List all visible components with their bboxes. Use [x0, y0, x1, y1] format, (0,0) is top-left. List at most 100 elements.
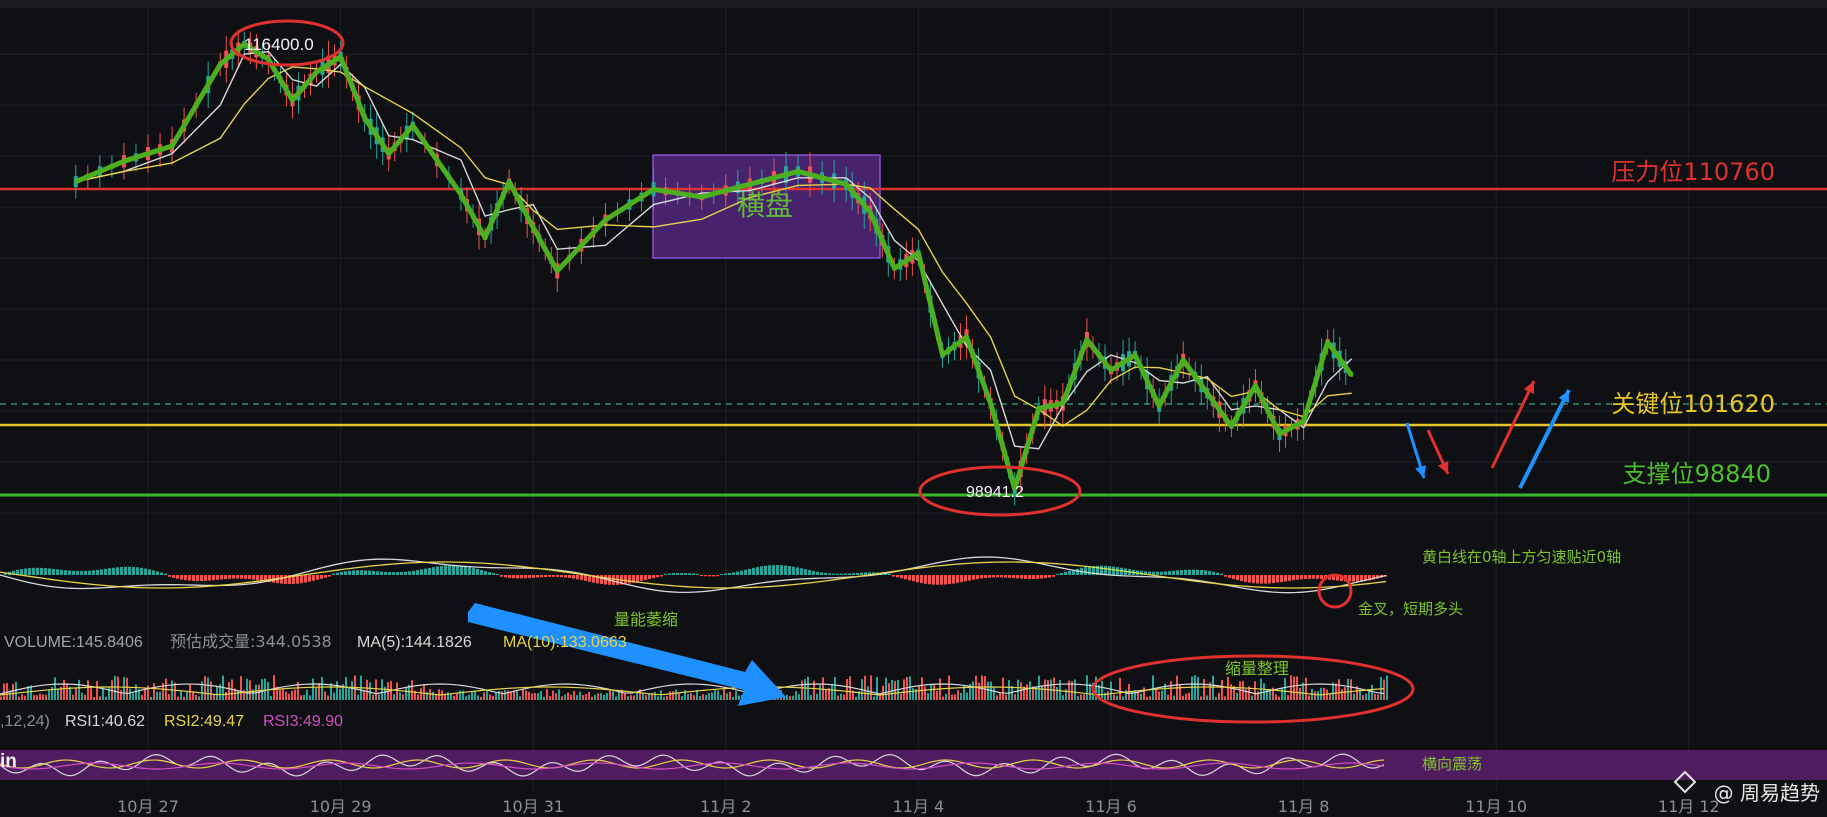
macd-bar — [1312, 575, 1315, 579]
macd-bar — [164, 573, 167, 575]
macd-bar — [1292, 575, 1295, 581]
volume-bar — [1110, 681, 1112, 700]
macd-bar — [676, 572, 679, 575]
price-point — [748, 182, 752, 186]
volume-bar — [1149, 696, 1151, 700]
volume-bar — [270, 696, 272, 700]
volume-bar — [450, 693, 452, 700]
volume-bar — [597, 693, 599, 700]
volume-bar — [420, 688, 422, 700]
macd-bar — [468, 567, 471, 575]
volume-bar — [1212, 675, 1214, 700]
volume-bar — [855, 696, 857, 700]
macd-bar — [1260, 575, 1263, 584]
volume-bar — [15, 682, 17, 700]
volume-bar — [339, 689, 341, 700]
macd-bar — [804, 569, 807, 575]
volume-bar — [0, 696, 2, 700]
macd-bar — [636, 575, 639, 582]
volume-bar — [951, 694, 953, 700]
volume-bar — [204, 676, 206, 700]
macd-bar — [368, 570, 371, 575]
top-strip — [0, 0, 1827, 8]
volume-bar — [57, 689, 59, 700]
macd-bar — [984, 575, 987, 578]
volume-bar — [954, 694, 956, 700]
volume-bar — [522, 689, 524, 700]
macd-bar — [356, 570, 359, 575]
macd-bar — [464, 566, 467, 575]
volume-bar — [33, 695, 35, 700]
macd-bar — [1236, 575, 1239, 581]
price-point — [507, 180, 511, 184]
macd-bar — [1056, 573, 1059, 575]
volume-bar — [672, 691, 674, 700]
volume-bar — [825, 688, 827, 700]
macd-bar — [1288, 575, 1291, 581]
volume-bar — [1275, 694, 1277, 700]
macd-bar — [696, 573, 699, 575]
macd-bar — [192, 575, 195, 581]
volume-bar — [657, 696, 659, 700]
macd-bar — [996, 575, 999, 578]
macd-bar — [472, 568, 475, 575]
macd-bar — [820, 572, 823, 575]
volume-bar — [423, 683, 425, 700]
volume-bar — [1296, 676, 1298, 700]
volume-bar — [1122, 696, 1124, 700]
macd-bar — [1048, 575, 1051, 578]
volume-bar — [1338, 679, 1340, 700]
volume-bar — [273, 675, 275, 700]
volume-bar — [816, 693, 818, 700]
volume-bar — [357, 694, 359, 700]
macd-bar — [68, 570, 71, 575]
macd-bar — [1032, 575, 1035, 580]
volume-bar — [1377, 694, 1379, 700]
volume-bar — [987, 681, 989, 700]
macd-bar — [764, 565, 767, 575]
macd-bar — [760, 566, 763, 575]
macd-bar — [168, 575, 171, 577]
volume-bar — [579, 691, 581, 700]
macd-bar — [808, 570, 811, 575]
volume-bar — [1173, 695, 1175, 700]
macd-bar — [992, 575, 995, 578]
macd-bar — [1300, 575, 1303, 580]
volume-bar — [1365, 693, 1367, 700]
price-point — [1037, 406, 1041, 410]
macd-bar — [484, 571, 487, 575]
macd-bar — [1204, 570, 1207, 575]
volume-bar — [483, 692, 485, 700]
volume-bar — [405, 687, 407, 700]
macd-bar — [524, 575, 527, 579]
macd-bar — [492, 573, 495, 575]
macd-bar — [1240, 575, 1243, 582]
volume-bar — [567, 692, 569, 700]
macd-bar — [448, 565, 451, 575]
volume-bar — [792, 695, 794, 700]
volume-bar — [984, 676, 986, 700]
x-tick-label: 11月 10 — [1465, 797, 1527, 816]
macd-bar — [652, 575, 655, 579]
volume-bar — [819, 685, 821, 700]
volume-bar — [906, 677, 908, 700]
macd-bar — [176, 575, 179, 579]
volume-bar — [1326, 689, 1328, 700]
macd-bar — [376, 571, 379, 575]
volume-bar — [603, 694, 605, 700]
volume-bar — [1137, 692, 1139, 700]
macd-bar — [1024, 575, 1027, 579]
price-point — [1157, 404, 1161, 408]
volume-bar — [402, 694, 404, 700]
volume-bar — [1002, 677, 1004, 700]
macd-bar — [320, 575, 323, 579]
volume-bar — [1041, 686, 1043, 700]
macd-bar — [792, 566, 795, 575]
macd-bar — [44, 568, 47, 575]
macd-bar — [564, 575, 567, 578]
macd-bar — [612, 575, 615, 585]
macd-bar — [1196, 569, 1199, 575]
volume-bar — [1107, 691, 1109, 700]
macd-bar — [1200, 569, 1203, 575]
volume-bar — [126, 677, 128, 700]
